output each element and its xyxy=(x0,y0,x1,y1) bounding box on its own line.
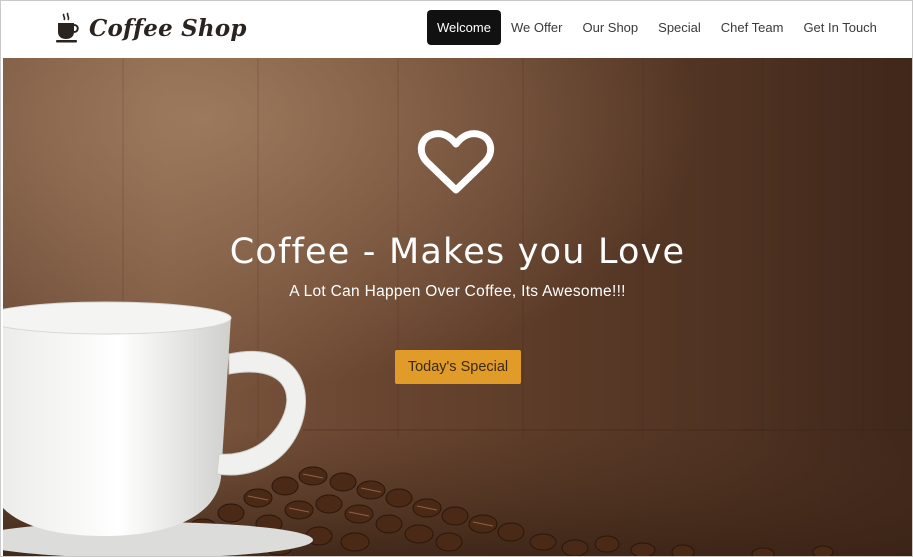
nav-item-chef-team[interactable]: Chef Team xyxy=(711,10,794,45)
main-nav: Welcome We Offer Our Shop Special Chef T… xyxy=(427,10,887,45)
nav-item-we-offer[interactable]: We Offer xyxy=(501,10,573,45)
site-header: Coffee Shop Welcome We Offer Our Shop Sp… xyxy=(1,1,912,58)
coffee-cup-icon xyxy=(56,12,79,43)
hero-subtitle: A Lot Can Happen Over Coffee, Its Awesom… xyxy=(289,283,626,300)
nav-item-welcome[interactable]: Welcome xyxy=(427,10,501,45)
brand-logo[interactable]: Coffee Shop xyxy=(55,10,247,46)
todays-special-button[interactable]: Today's Special xyxy=(395,350,521,384)
hero-title: Coffee - Makes you Love xyxy=(229,232,686,272)
nav-item-special[interactable]: Special xyxy=(648,10,711,45)
brand-name: Coffee Shop xyxy=(89,14,247,42)
nav-item-our-shop[interactable]: Our Shop xyxy=(573,10,649,45)
nav-item-get-in-touch[interactable]: Get In Touch xyxy=(793,10,886,45)
page-frame: Coffee Shop Welcome We Offer Our Shop Sp… xyxy=(0,0,913,557)
heart-icon xyxy=(417,130,495,194)
hero-banner: Coffee - Makes you Love A Lot Can Happen… xyxy=(3,58,912,556)
